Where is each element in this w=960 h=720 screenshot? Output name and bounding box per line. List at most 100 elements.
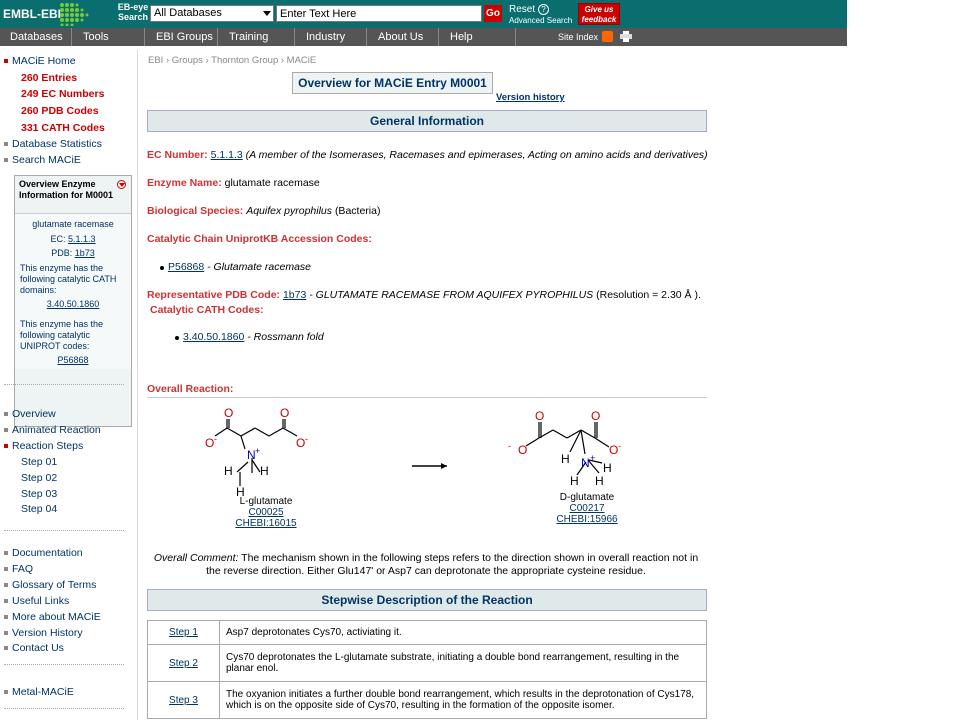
site-index-link[interactable]: Site Index — [558, 28, 598, 46]
product-kegg-link[interactable]: C00217 — [550, 503, 624, 514]
sidebar-item-label: FAQ — [12, 563, 34, 575]
overall-comment: Overall Comment: The mechanism shown in … — [150, 552, 702, 578]
sidebar-item-ec-numbers[interactable]: 249 EC Numbers — [21, 88, 104, 100]
main-nav: Databases Tools EBI Groups Training Indu… — [0, 28, 847, 46]
overall-reaction-field: Overall Reaction: — [147, 383, 233, 395]
sidebar-item-glossary[interactable]: Glossary of Terms — [4, 579, 96, 591]
nav-ebi-groups[interactable]: EBI Groups — [146, 28, 218, 46]
feedback-button[interactable]: Give us feedback — [578, 3, 620, 25]
pdb-link[interactable]: 1b73 — [283, 289, 306, 301]
sidebar-item-faq[interactable]: FAQ — [4, 563, 33, 575]
enzyme-name-label: Enzyme Name: — [147, 177, 222, 189]
sidebar-item-label: Database Statistics — [12, 138, 102, 150]
sidebar-item-contact-us[interactable]: Contact Us — [4, 642, 64, 654]
reactant-kegg-link[interactable]: C00025 — [230, 507, 302, 518]
overview-ec-label: EC: — [50, 234, 66, 244]
logo-dots-icon — [60, 3, 89, 26]
sidebar-item-step-03[interactable]: Step 03 — [21, 488, 57, 500]
step-description: Cys70 deprotonates the L-glutamate subst… — [219, 644, 707, 682]
sidebar-item-search-macie[interactable]: Search MACiE — [4, 154, 81, 166]
nav-about-us[interactable]: About Us — [368, 28, 439, 46]
sidebar-item-macie-home[interactable]: MACiE Home — [4, 55, 76, 67]
product-chebi-link[interactable]: CHEBI:15966 — [550, 514, 624, 525]
divider — [4, 664, 124, 665]
step-3-link[interactable]: Step 3 — [169, 695, 198, 706]
overview-pdb-link[interactable]: 1b73 — [75, 248, 95, 258]
charge-minus: - — [618, 441, 621, 451]
nav-tools[interactable]: Tools — [73, 28, 145, 46]
general-information-header: General Information — [147, 110, 707, 132]
sidebar-item-cath-codes[interactable]: 331 CATH Codes — [21, 122, 105, 134]
sidebar-item-label: MACiE Home — [12, 55, 76, 67]
reactant-chebi-link[interactable]: CHEBI:16015 — [230, 518, 302, 529]
charge-minus: - — [305, 434, 308, 444]
sidebar-item-step-04[interactable]: Step 04 — [21, 503, 57, 515]
print-icon[interactable] — [620, 31, 632, 42]
pdb-resolution: (Resolution = 2.30 Å ). — [596, 289, 701, 301]
overview-enzyme-name: glutamate racemase — [32, 219, 114, 229]
sidebar-item-label: Reaction Steps — [12, 440, 84, 452]
reaction-arrow-icon — [441, 463, 447, 469]
collapse-icon[interactable] — [117, 180, 126, 189]
sidebar-item-pdb-codes[interactable]: 260 PDB Codes — [21, 105, 99, 117]
atom-o: O — [535, 409, 544, 423]
bullet-icon — [4, 631, 8, 636]
sidebar-item-overview[interactable]: Overview — [4, 408, 56, 420]
bullet-icon — [4, 690, 8, 695]
sidebar-item-step-02[interactable]: Step 02 — [21, 472, 57, 484]
help-icon[interactable]: ? — [538, 4, 549, 15]
database-select[interactable]: All Databases — [150, 5, 274, 22]
step-1-link[interactable]: Step 1 — [169, 627, 198, 638]
go-button[interactable]: Go — [484, 5, 502, 22]
bullet-icon — [4, 646, 8, 651]
nav-databases[interactable]: Databases — [0, 28, 72, 46]
sidebar-item-animated-reaction[interactable]: Animated Reaction — [4, 424, 101, 436]
nav-industry[interactable]: Industry — [296, 28, 367, 46]
nav-training[interactable]: Training — [219, 28, 295, 46]
sidebar-item-label: More about MACiE — [12, 611, 101, 623]
advanced-search-link[interactable]: Advanced Search — [509, 16, 572, 25]
sidebar-item-useful-links[interactable]: Useful Links — [4, 595, 69, 607]
sidebar-item-metal-macie[interactable]: Metal-MACiE — [4, 686, 74, 698]
reset-link[interactable]: Reset — [509, 4, 535, 15]
d-glutamate-structure — [525, 422, 610, 476]
overview-uniprot-link[interactable]: P56868 — [20, 355, 126, 366]
cath-codes-field: Catalytic CATH Codes: — [150, 304, 264, 316]
bullet-icon — [4, 599, 8, 604]
overview-pdb-label: PDB: — [51, 248, 73, 258]
divider — [147, 397, 707, 398]
sidebar-item-entries[interactable]: 260 Entries — [21, 72, 77, 84]
cath-link[interactable]: 3.40.50.1860 — [183, 331, 244, 343]
ec-number-link[interactable]: 5.1.1.3 — [211, 149, 243, 161]
nav-help[interactable]: Help — [440, 28, 516, 46]
step-2-link[interactable]: Step 2 — [169, 658, 198, 669]
pdb-description: - GLUTAMATE RACEMASE FROM AQUIFEX PYROPH… — [309, 289, 594, 301]
sidebar-item-database-statistics[interactable]: Database Statistics — [4, 138, 102, 150]
atom-o: O — [591, 409, 600, 423]
search-input[interactable] — [276, 5, 482, 22]
bullet-icon — [4, 567, 8, 572]
step-description: Asp7 deprotonates Cys70, activiating it. — [219, 620, 707, 645]
version-history-link[interactable]: Version history — [496, 92, 565, 103]
sidebar-item-step-01[interactable]: Step 01 — [21, 456, 57, 468]
overview-ec-link[interactable]: 5.1.1.3 — [68, 234, 96, 244]
main-content: EBI › Groups › Thornton Group › MACiE Ov… — [140, 50, 715, 720]
pdb-code-field: Representative PDB Code: 1b73 - GLUTAMAT… — [147, 289, 701, 301]
breadcrumb[interactable]: EBI › Groups › Thornton Group › MACiE — [148, 55, 316, 66]
atom-o: O — [205, 436, 214, 450]
table-row: Step 1 Asp7 deprotonates Cys70, activiat… — [147, 620, 707, 645]
steps-table: Step 1 Asp7 deprotonates Cys70, activiat… — [147, 620, 707, 719]
bullet-icon — [4, 412, 8, 417]
overview-cath-link[interactable]: 3.40.50.1860 — [20, 299, 126, 310]
sidebar-item-version-history[interactable]: Version History — [4, 627, 83, 639]
sidebar-item-documentation[interactable]: Documentation — [4, 547, 83, 559]
sidebar-item-more-about-macie[interactable]: More about MACiE — [4, 611, 101, 623]
rss-icon[interactable] — [602, 31, 613, 42]
sidebar-item-reaction-steps[interactable]: Reaction Steps — [4, 440, 83, 452]
atom-h: H — [570, 474, 579, 488]
overview-enzyme-box: Overview Enzyme Information for M0001 gl… — [14, 175, 132, 427]
overview-box-title: Overview Enzyme Information for M0001 — [15, 176, 131, 214]
biological-species-field: Biological Species: Aquifex pyrophilus (… — [147, 205, 380, 217]
bullet-icon — [4, 158, 8, 163]
uniprot-link[interactable]: P56868 — [168, 261, 204, 273]
